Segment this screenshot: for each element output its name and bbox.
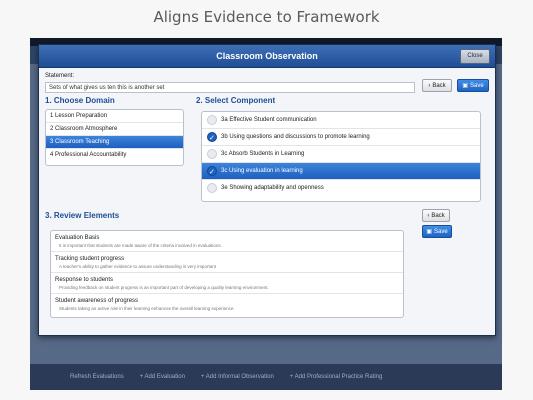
component-item[interactable]: 3c Absorb Students in Learning — [202, 146, 480, 163]
checkmark-icon — [207, 164, 217, 181]
statement-label: Statement: — [45, 73, 75, 79]
save-label: Save — [433, 228, 448, 235]
review-element-title: Student awareness of progress — [55, 298, 139, 304]
component-label: 3b Using questions and discussions to pr… — [221, 134, 370, 140]
domain-item[interactable]: 1 Lesson Preparation — [46, 110, 183, 123]
save-button[interactable]: ▣ Save — [457, 79, 489, 92]
bottom-toolbar: Refresh Evaluations + Add Evaluation + A… — [30, 364, 502, 390]
component-list: 3a Effective Student communication 3b Us… — [201, 111, 481, 202]
add-informal-observation-button[interactable]: + Add Informal Observation — [201, 374, 274, 380]
unchecked-circle-icon — [207, 149, 217, 159]
review-element-description: Students taking an active role in their … — [59, 306, 235, 311]
review-element[interactable]: Evaluation Basis It is important that st… — [51, 231, 403, 252]
unchecked-circle-icon — [207, 115, 217, 125]
review-element-description: A teacher's ability to gather evidence t… — [59, 264, 216, 269]
tablet-frame: Refresh Evaluations + Add Evaluation + A… — [30, 38, 502, 390]
domain-heading: 1. Choose Domain — [45, 96, 115, 105]
domain-item[interactable]: 4 Professional Accountability — [46, 149, 183, 162]
review-element-description: Providing feedback on student progress i… — [59, 285, 269, 290]
add-professional-practice-rating-button[interactable]: + Add Professional Practice Rating — [290, 374, 383, 380]
component-label: 3e Showing adaptability and openness — [221, 185, 324, 191]
review-save-button[interactable]: ▣ Save — [422, 225, 452, 238]
component-item-selected[interactable]: 3c Using evaluation in learning — [202, 163, 480, 181]
checkmark-icon — [207, 130, 217, 147]
review-element[interactable]: Tracking student progress A teacher's ab… — [51, 252, 403, 273]
domain-item-selected[interactable]: 3 Classroom Teaching — [46, 136, 183, 149]
component-label: 3a Effective Student communication — [221, 117, 317, 123]
add-evaluation-button[interactable]: + Add Evaluation — [140, 374, 185, 380]
review-element[interactable]: Response to students Providing feedback … — [51, 273, 403, 294]
review-element[interactable]: Student awareness of progress Students t… — [51, 294, 403, 315]
refresh-evaluations-button[interactable]: Refresh Evaluations — [70, 374, 124, 380]
domain-list: 1 Lesson Preparation 2 Classroom Atmosph… — [45, 109, 184, 166]
domain-item[interactable]: 2 Classroom Atmosphere — [46, 123, 183, 136]
close-button[interactable]: Close — [460, 49, 490, 64]
component-label: 3c Absorb Students in Learning — [221, 151, 305, 157]
component-heading: 2. Select Component — [196, 96, 276, 105]
review-element-description: It is important that students are made a… — [59, 243, 222, 248]
chevron-left-icon: ‹ — [427, 212, 430, 219]
review-elements-list: Evaluation Basis It is important that st… — [50, 230, 404, 318]
modal-header: Classroom Observation Close — [39, 45, 495, 68]
classroom-observation-modal: Classroom Observation Close Statement: S… — [38, 44, 496, 336]
unchecked-circle-icon — [207, 183, 217, 193]
review-back-button[interactable]: ‹ Back — [422, 209, 450, 222]
review-element-title: Tracking student progress — [55, 256, 125, 262]
component-item[interactable]: 3e Showing adaptability and openness — [202, 180, 480, 197]
floppy-disk-icon: ▣ — [462, 83, 468, 89]
component-label: 3c Using evaluation in learning — [221, 168, 303, 174]
component-item[interactable]: 3b Using questions and discussions to pr… — [202, 129, 480, 147]
back-button[interactable]: ‹ Back — [422, 79, 452, 92]
chevron-left-icon: ‹ — [428, 82, 431, 89]
review-heading: 3. Review Elements — [45, 211, 120, 220]
component-item[interactable]: 3a Effective Student communication — [202, 112, 480, 129]
back-label: Back — [432, 82, 446, 89]
floppy-disk-icon: ▣ — [426, 229, 432, 235]
save-label: Save — [469, 82, 484, 89]
statement-field[interactable]: Sets of what gives us ten this is anothe… — [45, 82, 415, 93]
review-element-title: Response to students — [55, 277, 114, 283]
modal-title: Classroom Observation — [216, 51, 318, 61]
back-label: Back — [431, 212, 445, 219]
app-screen: Refresh Evaluations + Add Evaluation + A… — [30, 38, 502, 390]
review-element-title: Evaluation Basis — [55, 235, 100, 241]
headline: Aligns Evidence to Framework — [153, 8, 380, 26]
